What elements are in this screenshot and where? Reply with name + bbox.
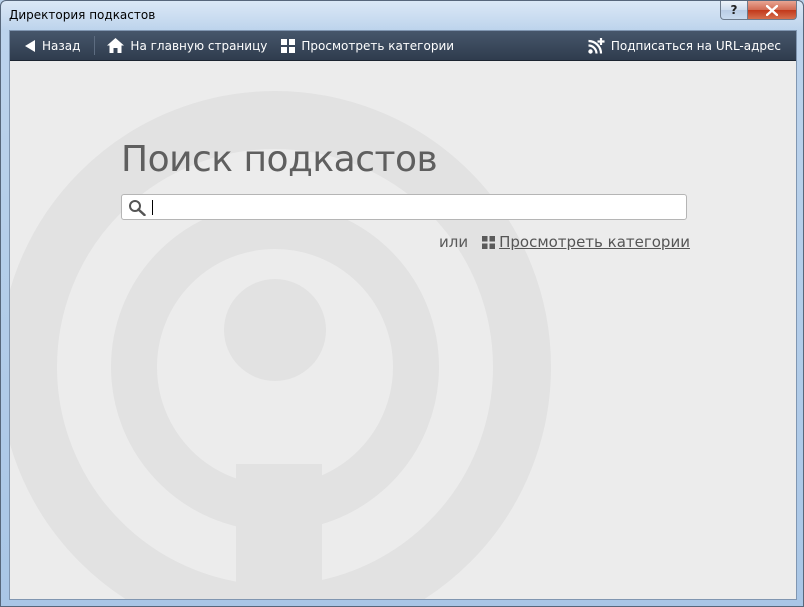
view-categories-link[interactable]: Просмотреть категории [499,233,690,251]
page-title: Поиск подкастов [121,139,438,180]
rss-plus-icon [588,37,605,54]
view-categories-button[interactable]: Просмотреть категории [281,31,454,60]
window-title: Директория подкастов [9,8,156,22]
home-button[interactable]: На главную страницу [107,31,267,60]
subscribe-url-button[interactable]: Подписаться на URL-адрес [588,31,781,60]
subscribe-url-label: Подписаться на URL-адрес [610,38,781,53]
app-window: Директория подкастов ? Назад На главную … [0,0,804,607]
search-box[interactable] [121,194,687,220]
home-icon [107,38,125,53]
back-button[interactable]: Назад [25,31,80,60]
home-label: На главную страницу [130,38,268,53]
client-area: Назад На главную страницу Просмотреть ка… [9,30,797,600]
back-label: Назад [42,38,81,53]
search-icon [128,199,146,220]
text-caret [152,200,153,215]
close-icon [766,4,778,16]
help-icon: ? [730,3,738,17]
view-categories-label: Просмотреть категории [301,38,455,53]
or-label: или [439,233,469,251]
toolbar: Назад На главную страницу Просмотреть ка… [10,31,796,61]
arrow-left-icon [25,39,36,52]
grid-icon [281,38,296,53]
search-input[interactable] [150,197,680,217]
help-button[interactable]: ? [720,1,748,20]
title-bar[interactable]: Директория подкастов ? [1,1,803,29]
close-button[interactable] [747,1,797,20]
grid-icon [482,235,496,249]
toolbar-separator [94,36,96,55]
alternative-row: или Просмотреть категории [439,233,690,251]
